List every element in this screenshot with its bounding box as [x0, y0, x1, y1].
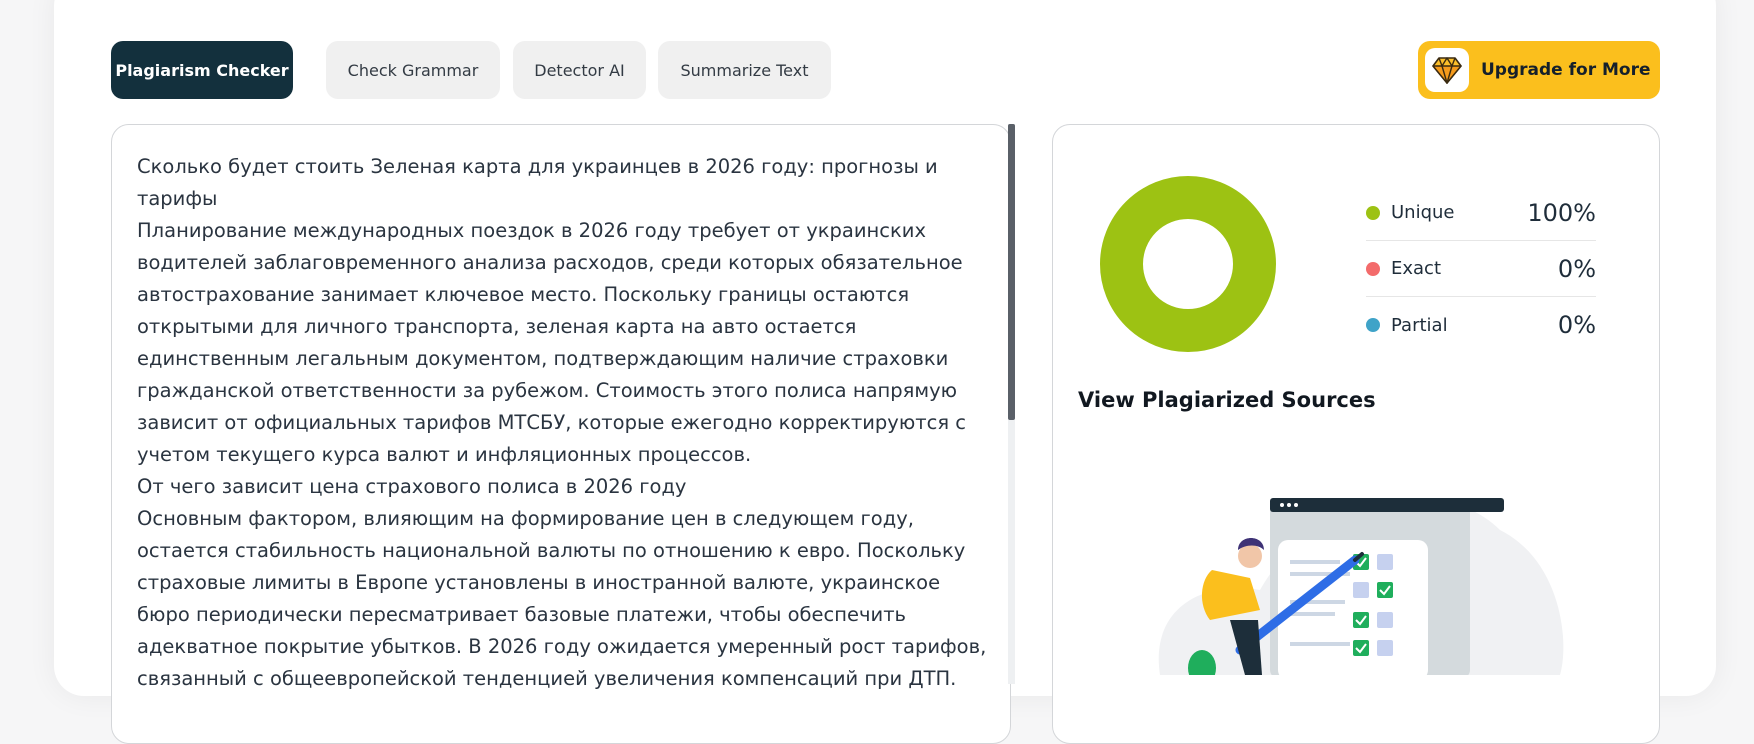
legend-label-unique: Unique: [1391, 202, 1455, 223]
legend-row-exact: Exact 0%: [1366, 241, 1596, 297]
unique-dot-icon: [1366, 205, 1380, 220]
partial-dot-icon: [1366, 318, 1380, 332]
editor-paragraph: Сколько будет стоить Зеленая карта для у…: [137, 155, 938, 210]
legend-row-unique: Unique 100%: [1366, 185, 1596, 241]
editor-paragraph: Планирование международных поездок в 202…: [137, 219, 966, 466]
diamond-icon: [1425, 48, 1469, 92]
view-plagiarized-sources-title[interactable]: View Plagiarized Sources: [1078, 388, 1376, 412]
legend-row-partial: Partial 0%: [1366, 297, 1596, 353]
upgrade-label: Upgrade for More: [1481, 60, 1651, 80]
editor-content[interactable]: Сколько будет стоить Зеленая карта для у…: [137, 151, 993, 695]
plagiarism-donut-chart: [1100, 176, 1276, 352]
tab-plagiarism-checker[interactable]: Plagiarism Checker: [111, 41, 293, 99]
editor-scrollbar-thumb[interactable]: [1008, 124, 1015, 420]
legend-value-unique: 100%: [1527, 198, 1596, 227]
donut-segment-unique: [1100, 176, 1276, 352]
upgrade-button[interactable]: Upgrade for More: [1418, 41, 1660, 99]
exact-dot-icon: [1366, 261, 1380, 276]
legend-label-partial: Partial: [1391, 314, 1448, 336]
tab-check-grammar[interactable]: Check Grammar: [326, 41, 500, 99]
tab-detector-ai[interactable]: Detector AI: [513, 41, 646, 99]
legend-value-partial: 0%: [1557, 311, 1596, 339]
document-checklist-illustration: [1158, 498, 1564, 675]
text-editor[interactable]: Сколько будет стоить Зеленая карта для у…: [111, 124, 1011, 744]
editor-paragraph: От чего зависит цена страхового полиса в…: [137, 475, 687, 498]
legend-value-exact: 0%: [1557, 254, 1596, 283]
legend-label-exact: Exact: [1391, 258, 1442, 279]
tab-summarize-text[interactable]: Summarize Text: [658, 41, 831, 99]
editor-paragraph: Основным фактором, влияющим на формирова…: [137, 507, 987, 690]
